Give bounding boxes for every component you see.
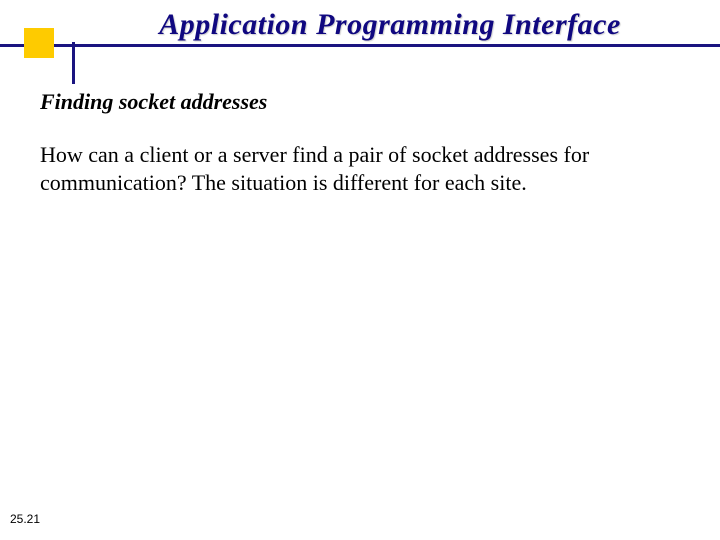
- bullet-square-icon: [24, 28, 54, 58]
- vertical-accent-line: [72, 42, 75, 84]
- slide-content: Finding socket addresses How can a clien…: [0, 47, 720, 196]
- slide-title: Application Programming Interface: [0, 8, 720, 42]
- title-underline: [0, 44, 720, 47]
- slide-body-text: How can a client or a server find a pair…: [40, 141, 680, 196]
- slide-header: Application Programming Interface: [0, 0, 720, 47]
- slide-subtitle: Finding socket addresses: [40, 89, 680, 115]
- page-number: 25.21: [10, 512, 40, 526]
